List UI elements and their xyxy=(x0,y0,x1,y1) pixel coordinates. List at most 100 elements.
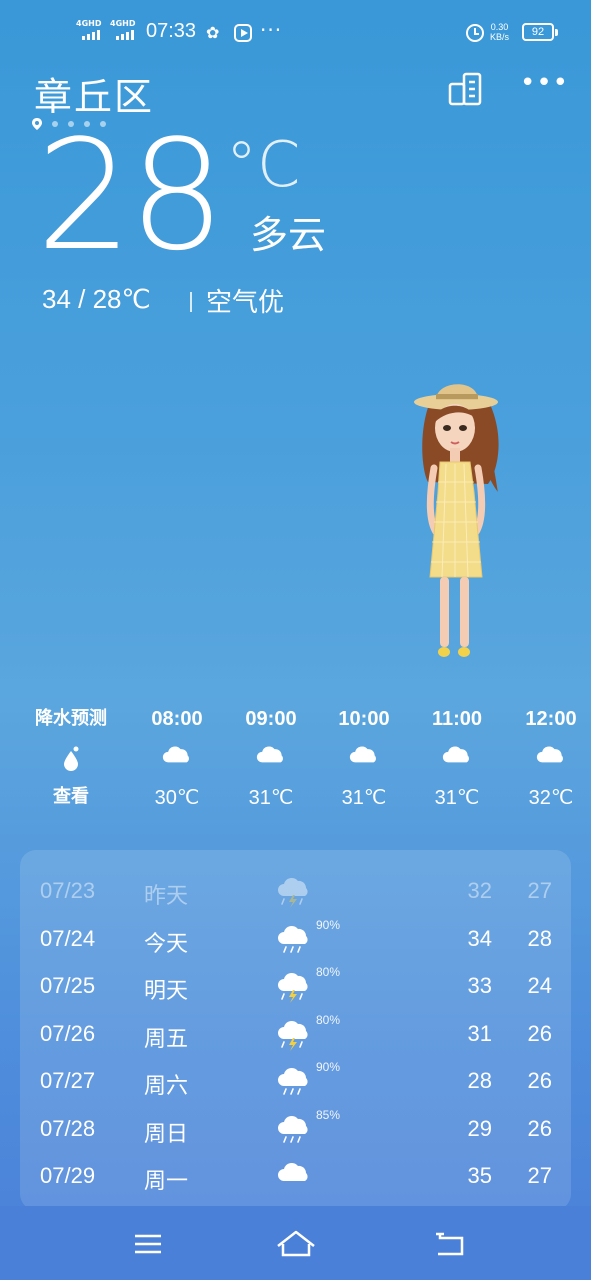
precipitation-probability: 80% xyxy=(316,965,341,979)
day-low: 26 xyxy=(527,1068,552,1093)
day-high: 31 xyxy=(467,1020,492,1046)
day-low: 27 xyxy=(527,878,552,903)
day-high: 33 xyxy=(467,973,492,998)
precipitation-probability: 85% xyxy=(316,1107,341,1122)
day-low: 24 xyxy=(527,973,552,998)
hour-temperature: 31℃ xyxy=(248,787,294,809)
hour-time: 10:00 xyxy=(338,708,390,730)
day-low: 28 xyxy=(527,925,552,951)
hour-time: 09:00 xyxy=(245,708,297,730)
hour-temperature: 31℃ xyxy=(341,787,387,809)
daily-row[interactable]: 07/24 今天 90% 34 28 xyxy=(20,916,571,964)
signal-icon-2 xyxy=(116,30,134,40)
daily-forecast-card[interactable]: 07/23 昨天 32 27 07/24 今天 90% 34 28 07/25 明天 80% 33 24 0… xyxy=(20,850,571,1210)
day-low: 27 xyxy=(527,1163,552,1188)
day-name: 周日 xyxy=(144,1121,189,1147)
hour-time: 12:00 xyxy=(525,708,577,730)
day-date: 07/28 xyxy=(40,1115,96,1141)
cloud-icon xyxy=(278,1162,308,1181)
status-time: 07:33 xyxy=(146,20,197,42)
rain-icon xyxy=(278,1115,308,1143)
day-name: 今天 xyxy=(144,931,189,957)
hourly-forecast[interactable]: 降水预测 查看 08:00 30℃ 09:00 31℃ 10:00 31℃ 11:00 31℃… xyxy=(0,700,591,820)
thunderstorm-icon xyxy=(278,1020,308,1051)
current-temperature: 28 xyxy=(36,107,225,284)
rain-icon xyxy=(278,1067,308,1095)
day-date: 07/26 xyxy=(40,1020,96,1046)
wechat-icon: ✿ xyxy=(206,23,220,42)
network-speed-unit: KB/s xyxy=(490,32,510,42)
hourly-item[interactable]: 12:00 32℃ xyxy=(506,700,591,818)
temperature-unit: °C xyxy=(226,128,301,201)
daily-row[interactable]: 07/25 明天 80% 33 24 xyxy=(20,963,571,1011)
day-high: 35 xyxy=(467,1163,492,1188)
network-speed-value: 0.30 xyxy=(490,22,509,32)
daily-row[interactable]: 07/23 昨天 32 27 xyxy=(20,868,571,916)
battery-icon: 92 xyxy=(522,23,558,41)
cloud-icon xyxy=(256,746,283,763)
day-date: 07/27 xyxy=(40,1068,96,1093)
day-date: 07/24 xyxy=(40,925,96,951)
daily-row[interactable]: 07/28 周日 85% 29 26 xyxy=(20,1106,571,1154)
hourly-item[interactable]: 10:00 31℃ xyxy=(319,700,409,818)
more-options-icon[interactable]: ••• xyxy=(520,70,568,102)
day-name: 明天 xyxy=(144,979,189,1004)
day-date: 07/29 xyxy=(40,1163,96,1188)
daily-row[interactable]: 07/26 周五 80% 31 26 xyxy=(20,1011,571,1059)
alarm-icon xyxy=(466,24,484,42)
network-type-2: 4GHD xyxy=(110,19,136,28)
day-high: 28 xyxy=(467,1068,492,1093)
day-low: 26 xyxy=(527,1115,552,1141)
cloud-icon xyxy=(536,746,563,763)
weather-character-illustration xyxy=(414,384,499,657)
menu-icon[interactable] xyxy=(124,1222,172,1266)
water-drop-icon xyxy=(64,746,79,771)
hourly-item[interactable]: 09:00 31℃ xyxy=(226,700,316,818)
media-play-icon xyxy=(234,24,252,42)
network-type-1: 4GHD xyxy=(76,19,102,28)
navigation-bar xyxy=(0,1206,591,1280)
hour-temperature: 31℃ xyxy=(434,787,480,809)
cloud-icon xyxy=(349,746,376,763)
divider xyxy=(190,292,192,312)
precipitation-probability: 90% xyxy=(316,917,341,932)
precipitation-probability: 90% xyxy=(316,1060,341,1074)
day-date: 07/25 xyxy=(40,973,96,998)
day-high: 29 xyxy=(467,1115,492,1141)
day-low: 26 xyxy=(527,1020,552,1046)
day-name: 周一 xyxy=(144,1169,189,1194)
daily-row[interactable]: 07/29 周一 35 27 xyxy=(20,1153,571,1201)
hour-time: 11:00 xyxy=(431,708,483,730)
day-date: 07/23 xyxy=(40,878,96,903)
hourly-item[interactable]: 11:00 31℃ xyxy=(412,700,502,818)
day-name: 周六 xyxy=(144,1074,189,1099)
more-notifications-icon: ··· xyxy=(260,18,283,42)
thunderstorm-icon xyxy=(278,972,308,1003)
precipitation-view-button[interactable]: 查看 xyxy=(26,778,116,816)
cloud-icon xyxy=(442,746,469,763)
cloud-icon xyxy=(162,746,189,763)
weather-condition: 多云 xyxy=(250,213,327,257)
home-icon[interactable] xyxy=(272,1222,320,1266)
precipitation-label: 降水预测 xyxy=(35,708,107,729)
status-bar: 4GHD 4GHD 07:33 ✿ ··· 0.30 KB/s 92 xyxy=(0,0,591,64)
thunderstorm-icon xyxy=(278,877,308,908)
hourly-item[interactable]: 08:00 30℃ xyxy=(132,700,222,818)
network-speed: 0.30 KB/s xyxy=(490,22,509,42)
day-name: 昨天 xyxy=(144,884,189,909)
day-high: 32 xyxy=(467,878,492,903)
hour-time: 08:00 xyxy=(151,708,203,730)
signal-icon-1 xyxy=(82,30,100,40)
hour-temperature: 30℃ xyxy=(154,787,200,809)
daily-row[interactable]: 07/27 周六 90% 28 26 xyxy=(20,1058,571,1106)
temperature-range: 34 / 28℃ xyxy=(42,284,151,314)
precipitation-forecast[interactable]: 降水预测 查看 xyxy=(26,700,116,816)
city-management-icon[interactable] xyxy=(448,72,484,106)
air-quality[interactable]: 空气优 xyxy=(206,282,284,319)
day-name: 周五 xyxy=(144,1026,189,1052)
precipitation-probability: 80% xyxy=(316,1012,341,1027)
day-high: 34 xyxy=(467,925,492,951)
rain-icon xyxy=(278,925,308,953)
back-icon[interactable] xyxy=(426,1222,474,1266)
hour-temperature: 32℃ xyxy=(528,787,574,809)
